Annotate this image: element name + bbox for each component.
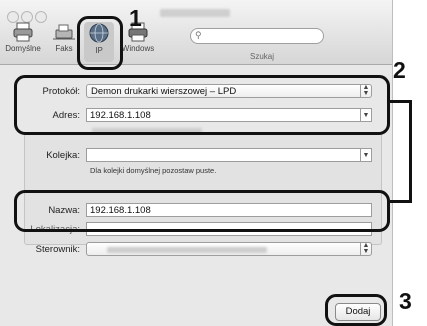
queue-hint: Dla kolejki domyślnej pozostaw puste. (90, 166, 217, 175)
fax-icon (53, 24, 75, 40)
updown-arrows-icon: ▲ ▼ (360, 242, 371, 256)
driver-select[interactable]: ▲ ▼ (86, 242, 372, 256)
callout-number-2: 2 (393, 57, 406, 83)
search-input[interactable]: ⚲ (190, 28, 324, 44)
driver-value-blurred (107, 247, 267, 253)
queue-field[interactable]: ▼ (86, 148, 372, 162)
toolbar-label-default: Domyślne (5, 44, 41, 53)
callout-1-highlight (77, 16, 123, 70)
toolbar-fax[interactable]: Faks (50, 22, 78, 62)
toolbar-label-windows: Windows (121, 44, 155, 53)
callout-2-bracket (390, 100, 412, 203)
printer-icon (13, 22, 33, 42)
search-label: Szukaj (250, 52, 275, 61)
title-bar: Domyślne Faks IP Windows ⚲ Szukaj (0, 0, 392, 65)
callout-number-1: 1 (129, 5, 142, 31)
callout-3-highlight (325, 294, 387, 326)
toolbar-label-fax: Faks (55, 44, 73, 53)
toolbar-default[interactable]: Domyślne (4, 22, 42, 62)
callout-2b-highlight (14, 190, 390, 232)
queue-label: Kolejka: (46, 150, 80, 161)
callout-2-highlight (14, 75, 390, 135)
search-icon: ⚲ (195, 30, 202, 40)
driver-label: Sterownik: (35, 244, 80, 255)
callout-number-3: 3 (399, 288, 412, 314)
window-title-blurred (160, 9, 230, 17)
chevron-down-icon: ▼ (360, 149, 371, 162)
print-add-window: Domyślne Faks IP Windows ⚲ Szukaj Protok… (0, 0, 393, 326)
